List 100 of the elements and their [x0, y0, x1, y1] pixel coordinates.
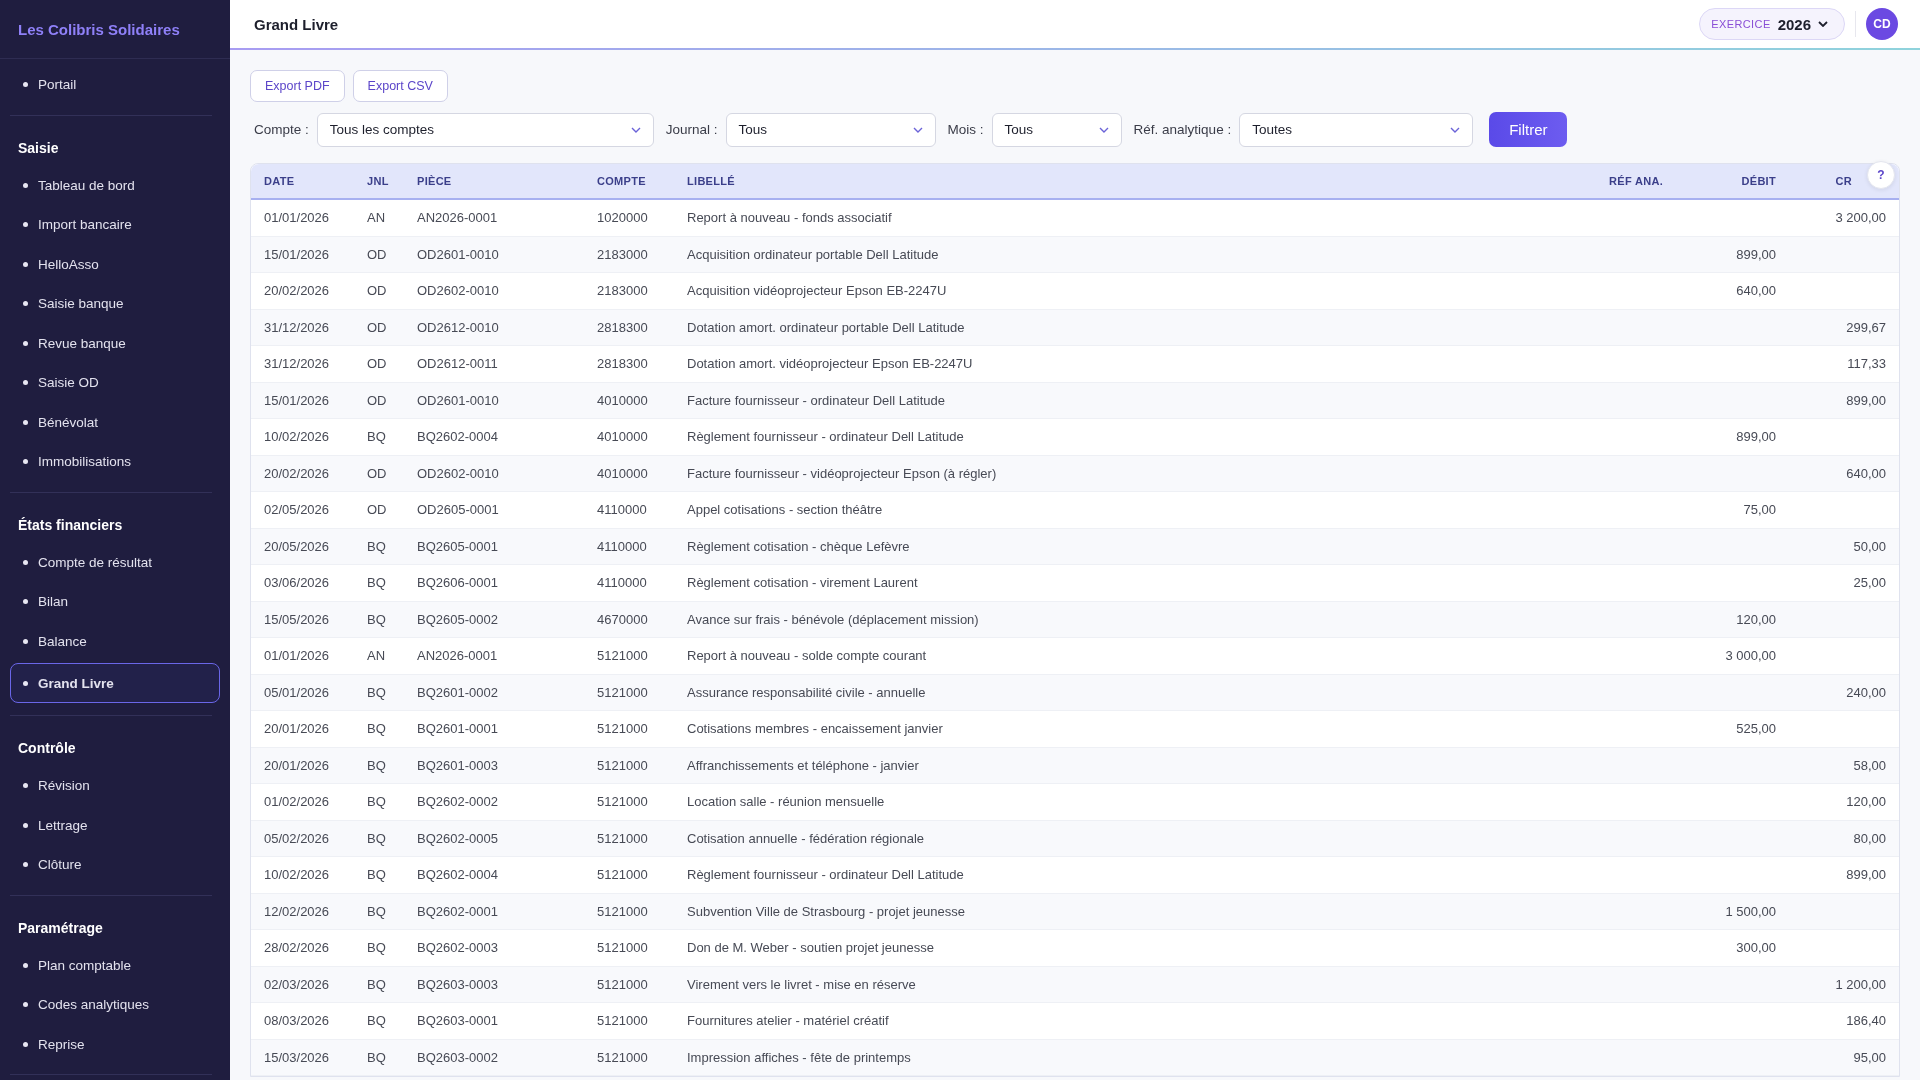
table-cell-text: 10/02/2026	[264, 429, 331, 445]
nav-item[interactable]: Plan comptable	[10, 945, 212, 985]
table-cell-text: Subvention Ville de Strasbourg - projet jeunesse	[687, 903, 966, 919]
table-cell-text: 2183000	[597, 283, 649, 299]
chevron-down-icon	[1450, 126, 1461, 133]
table-cell-text: 4110000	[597, 538, 648, 554]
table-cell-text: Report à nouveau - solde compte courant	[687, 648, 928, 664]
table-cell-text: BQ	[367, 721, 387, 737]
table-cell-text: Règlement cotisation - chèque Lefèvre	[687, 538, 911, 554]
table-cell-text: 31/12/2026	[264, 356, 331, 372]
chevron-down-icon	[1818, 21, 1828, 27]
table-cell-text: 01/01/2026	[264, 648, 331, 664]
table-cell-text: BQ	[367, 867, 387, 883]
table-cell-text: 05/01/2026	[264, 684, 331, 700]
nav-item[interactable]: Codes analytiques	[10, 985, 212, 1025]
nav-item[interactable]: Import bancaire	[10, 205, 212, 245]
table-cell-text: 899,00	[1735, 246, 1776, 262]
filter-label: Journal :	[665, 122, 718, 137]
table-cell-text: 10/02/2026	[264, 867, 331, 883]
table-cell-text: 28/02/2026	[264, 940, 331, 956]
nav-item[interactable]: Bilan	[10, 582, 212, 622]
table-cell-text: Location salle - réunion mensuelle	[687, 794, 886, 810]
table-cell-text: AN2026-0001	[417, 648, 499, 664]
table-cell-text: Acquisition ordinateur portable Dell Latitude	[687, 246, 940, 262]
table-cell-text: BQ	[367, 684, 387, 700]
export-button[interactable]: Export CSV	[352, 70, 448, 102]
table-cell-text: Report à nouveau - fonds associatif	[687, 210, 893, 226]
nav-item[interactable]: Lettrage	[10, 805, 212, 845]
table-cell-text: 1020000	[597, 210, 649, 226]
table-cell-text: OD	[367, 283, 388, 299]
table-cell-text: 4110000	[597, 502, 648, 518]
nav-item[interactable]: Clôture	[10, 845, 212, 885]
bullet-icon	[23, 599, 28, 605]
filter-select[interactable]: Tous	[725, 112, 936, 147]
table-cell-text: 4010000	[597, 465, 649, 481]
filter-select[interactable]: Toutes	[1239, 112, 1474, 147]
table-cell-text: Facture fournisseur - ordinateur Dell Latitude	[687, 392, 946, 408]
table-cell-text: Don de M. Weber - soutien projet jeunesse	[687, 940, 935, 956]
table-cell-text: Règlement fournisseur - ordinateur Dell Latitude	[687, 867, 965, 883]
table-cell-text: 2818300	[597, 319, 649, 335]
table-cell-text: 120,00	[1735, 611, 1776, 627]
filter-button[interactable]: Filtrer	[1489, 112, 1568, 147]
nav-item[interactable]: Compte de résultat	[10, 542, 212, 582]
nav-item[interactable]: Portail	[10, 65, 212, 105]
table-cell-text: 3 000,00	[1724, 648, 1776, 664]
table-cell-text: Affranchissements et téléphone - janvier	[687, 757, 920, 773]
nav-item[interactable]: Bénévolat	[10, 402, 212, 442]
table-cell-text: BQ2603-0002	[417, 1049, 499, 1065]
nav-item[interactable]: Révision	[10, 766, 212, 806]
nav-item[interactable]: Immobilisations	[10, 442, 212, 482]
table-cell-text: OD2602-0010	[417, 283, 500, 299]
table-cell-text: BQ2606-0001	[417, 575, 499, 591]
table-cell-text: 20/05/2026	[264, 538, 331, 554]
table-cell-text: 240,00	[1845, 684, 1886, 700]
nav-item[interactable]: Saisie OD	[10, 363, 212, 403]
table-cell-text: 899,00	[1845, 867, 1886, 883]
table-cell-text: BQ	[367, 1049, 387, 1065]
table-cell-text: 15/01/2026	[264, 392, 331, 408]
table-cell-text: 5121000	[597, 794, 649, 810]
table-cell-text: Impression affiches - fête de printemps	[687, 1049, 912, 1065]
bullet-icon	[23, 862, 28, 868]
bullet-icon	[23, 419, 28, 425]
nav-item[interactable]: Reprise	[10, 1024, 212, 1064]
nav-item[interactable]: Tableau de bord	[10, 165, 212, 205]
nav-item[interactable]: Balance	[10, 621, 212, 661]
table-cell-text: Dotation amort. vidéoprojecteur Epson EB-2247U	[687, 356, 974, 372]
table-cell-text: 640,00	[1845, 465, 1886, 481]
exercise-selector[interactable]: EXERCICE 2026	[1699, 8, 1845, 40]
user-avatar[interactable]: CD	[1866, 8, 1898, 40]
table-cell-text: 05/02/2026	[264, 830, 331, 846]
table-cell-text: BQ2602-0002	[417, 794, 499, 810]
table-cell-text: 15/01/2026	[264, 246, 331, 262]
nav-item[interactable]: Grand Livre	[10, 663, 220, 703]
bullet-icon	[23, 301, 28, 307]
nav-item[interactable]: Saisie banque	[10, 284, 212, 324]
filter-select[interactable]: Tous les comptes	[316, 112, 654, 147]
table-cell-text: 2818300	[597, 356, 649, 372]
table-cell-text: Acquisition vidéoprojecteur Epson EB-2247U	[687, 283, 948, 299]
filter-label: Compte :	[254, 122, 309, 137]
table-cell-text: Assurance responsabilité civile - annuelle	[687, 684, 927, 700]
table-cell-text: AN2026-0001	[417, 210, 499, 226]
table-cell-text: AN	[367, 210, 387, 226]
export-button[interactable]: Export PDF	[250, 70, 345, 102]
table-cell-text: OD2601-0010	[417, 392, 500, 408]
bullet-icon	[23, 962, 28, 968]
table-cell-text: 20/01/2026	[264, 721, 331, 737]
filter-label: Réf. analytique :	[1133, 122, 1232, 137]
table-cell-text: BQ2602-0001	[417, 903, 499, 919]
filter-select[interactable]: Tous	[991, 112, 1122, 147]
table-cell-text: OD2602-0010	[417, 465, 500, 481]
table-cell-text: 02/03/2026	[264, 976, 331, 992]
bullet-icon	[23, 1041, 28, 1047]
filter-label: Mois :	[947, 122, 984, 137]
table-cell-text: 299,67	[1845, 319, 1886, 335]
table-cell-text: 08/03/2026	[264, 1013, 331, 1029]
nav-item[interactable]: Revue banque	[10, 323, 212, 363]
table-cell-text: BQ	[367, 575, 387, 591]
nav-item[interactable]: HelloAsso	[10, 244, 212, 284]
bullet-icon	[23, 680, 28, 686]
table-cell-text: 5121000	[597, 976, 649, 992]
